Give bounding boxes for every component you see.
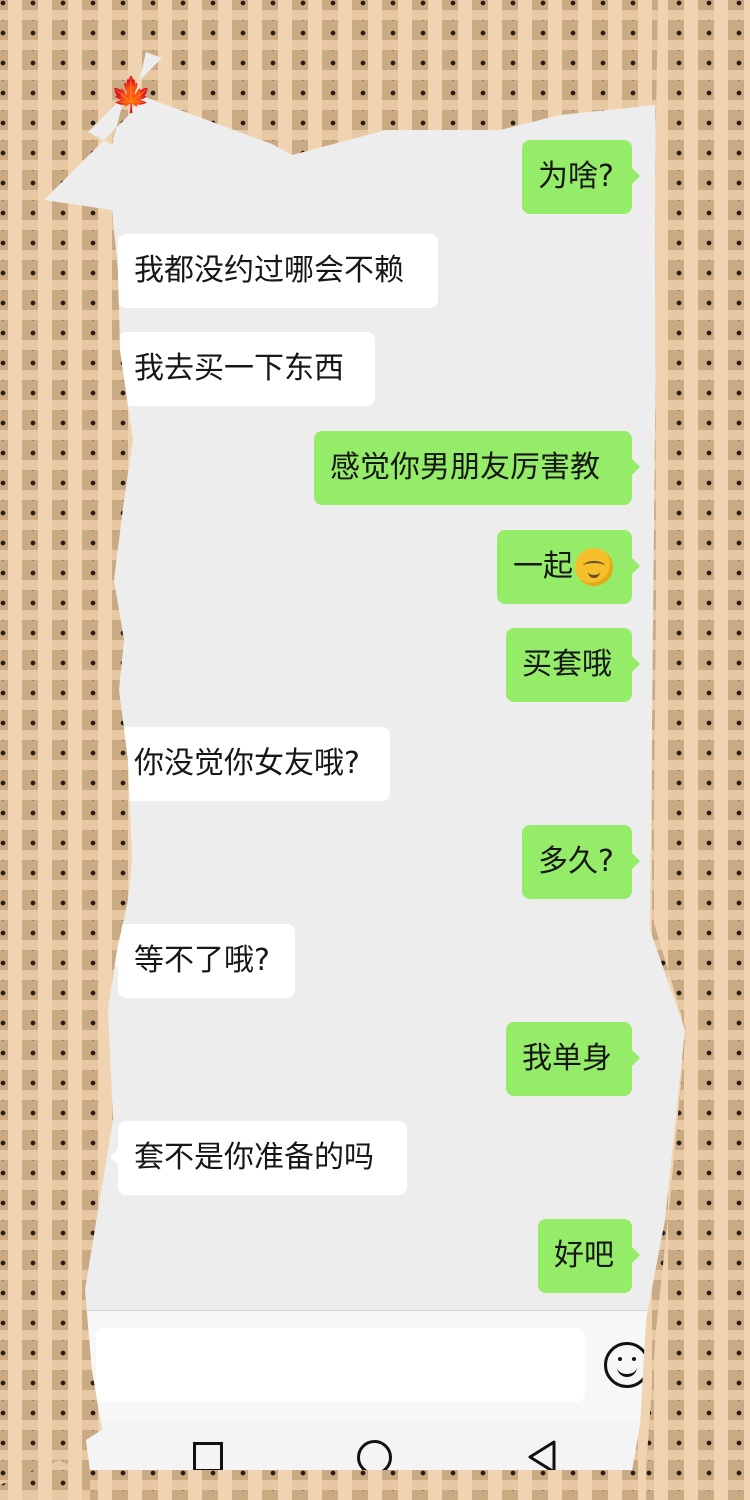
message-sent[interactable]: 一起 xyxy=(497,530,640,604)
message-sent[interactable]: 为啥? xyxy=(522,140,640,214)
message-sent[interactable]: 我单身 xyxy=(506,1022,640,1096)
message-sent[interactable]: 感觉你男朋友厉害教 xyxy=(314,431,640,505)
square-icon[interactable] xyxy=(193,1442,223,1470)
circle-icon[interactable] xyxy=(357,1440,392,1470)
message-text: 我单身 xyxy=(522,1041,612,1076)
message-received[interactable]: 你没觉你女友哦? xyxy=(110,727,390,801)
message-sent[interactable]: 好吧 xyxy=(538,1219,640,1293)
message-text: 你没觉你女友哦? xyxy=(134,746,360,781)
maple-leaf-icon: 🍁 xyxy=(110,75,153,115)
privacy-mask-left-edge xyxy=(0,0,44,1500)
triangle-back-icon[interactable] xyxy=(525,1439,559,1470)
message-text: 等不了哦? xyxy=(134,943,270,978)
message-input[interactable] xyxy=(96,1328,585,1402)
message-text: 买套哦 xyxy=(522,647,612,682)
privacy-mask-right-edge xyxy=(646,0,750,1500)
message-sent[interactable]: 多久? xyxy=(522,825,640,899)
message-text: 我去买一下东西 xyxy=(134,351,344,386)
message-input-bar xyxy=(44,1310,685,1421)
message-text: 感觉你男朋友厉害教 xyxy=(330,450,600,485)
emoji-icon[interactable] xyxy=(604,1342,650,1388)
chat-window: 为啥? 我都没约过哪会不赖 我去买一下东西 感觉你男朋友厉害教 一起 买套哦 你… xyxy=(44,52,685,1470)
message-text: 好吧 xyxy=(554,1238,614,1273)
message-text: 套不是你准备的吗 xyxy=(134,1140,374,1175)
message-received[interactable]: 套不是你准备的吗 xyxy=(110,1121,407,1195)
android-navigation-bar xyxy=(44,1420,685,1470)
message-received[interactable]: 等不了哦? xyxy=(110,924,295,998)
message-text: 一起 xyxy=(513,549,573,584)
message-received[interactable]: 我去买一下东西 xyxy=(110,332,375,406)
message-text: 我都没约过哪会不赖 xyxy=(134,253,404,288)
message-sent[interactable]: 买套哦 xyxy=(506,628,640,702)
message-received[interactable]: 我都没约过哪会不赖 xyxy=(110,234,438,308)
message-text: 多久? xyxy=(538,844,614,879)
message-text: 为啥? xyxy=(538,159,614,194)
smile-emoji-icon xyxy=(575,548,613,586)
